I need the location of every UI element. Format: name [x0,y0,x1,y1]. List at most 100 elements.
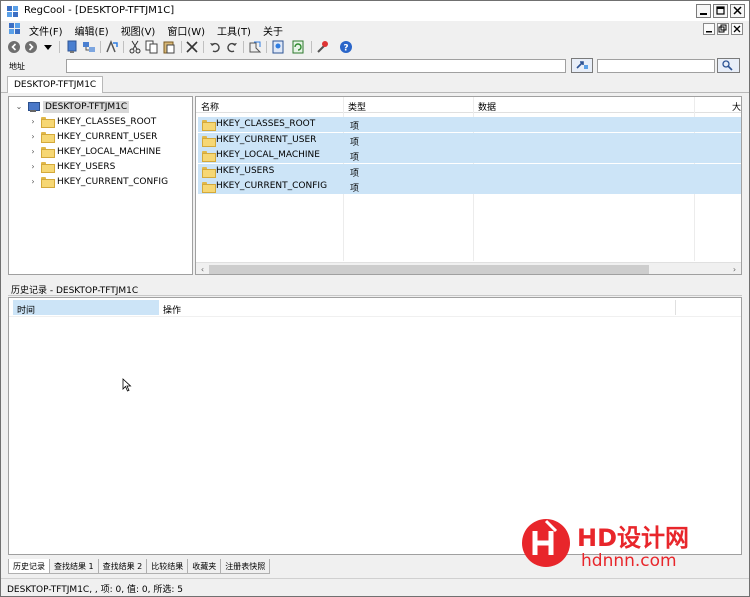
tree-item[interactable]: › HKEY_CLASSES_ROOT [29,114,156,129]
scrollbar-thumb[interactable] [209,265,649,274]
export-icon[interactable] [105,40,119,54]
computer-icon [27,101,40,112]
list-row[interactable]: HKEY_CLASSES_ROOT 项 [198,117,741,132]
menu-about[interactable]: 关于 [263,23,283,38]
column-operation[interactable]: 操作 [163,303,181,316]
folder-icon [41,147,55,158]
maximize-button[interactable] [713,4,728,18]
list-header: 名称 类型 数据 大 [196,97,741,113]
delete-icon[interactable] [185,40,199,54]
tree-root[interactable]: ⌄ DESKTOP-TFTJM1C [15,99,130,114]
maximize-icon [716,6,725,15]
tab-history[interactable]: 历史记录 [8,559,50,574]
expand-icon[interactable]: › [29,177,37,186]
row-type: 项 [350,138,360,148]
tree-item[interactable]: › HKEY_LOCAL_MACHINE [29,144,161,159]
folder-icon [41,162,55,173]
copy-icon[interactable] [145,40,159,54]
menu-tools[interactable]: 工具(T) [217,23,251,38]
expand-icon[interactable]: › [29,162,37,171]
expand-icon[interactable]: › [29,147,37,156]
menu-edit[interactable]: 编辑(E) [75,23,109,38]
mdi-minimize-button[interactable] [703,23,715,35]
window-title: RegCool - [DESKTOP-TFTJM1C] [24,5,175,16]
dropdown-arrow-icon[interactable] [41,40,55,54]
back-icon[interactable] [7,40,21,54]
row-name: HKEY_LOCAL_MACHINE [216,150,320,160]
row-name: HKEY_CLASSES_ROOT [216,119,316,129]
list-row[interactable]: HKEY_USERS 项 [198,164,741,179]
menu-file[interactable]: 文件(F) [29,23,63,38]
folder-icon [202,151,216,162]
tree-item[interactable]: › HKEY_USERS [29,159,115,174]
restore-icon [718,24,727,33]
network-icon[interactable] [82,40,96,54]
watermark-logo: HD设计网 hdnnn.com [522,519,689,571]
column-name[interactable]: 名称 [201,100,219,113]
redo-icon[interactable] [225,40,239,54]
mouse-cursor-icon [122,378,132,392]
tree-item-label: HKEY_CURRENT_USER [57,131,158,142]
folder-icon [41,117,55,128]
address-input[interactable] [66,59,566,73]
search-input[interactable] [597,59,715,73]
tab-desktop[interactable]: DESKTOP-TFTJM1C [7,76,104,93]
tree-item-label: HKEY_CLASSES_ROOT [57,116,157,127]
tree-item[interactable]: › HKEY_CURRENT_CONFIG [29,174,168,189]
tab-registry-snapshot[interactable]: 注册表快照 [220,559,271,574]
column-time[interactable]: 时间 [13,300,159,316]
folder-icon [202,120,216,131]
scroll-left-icon[interactable]: ‹ [196,263,209,274]
collapse-icon[interactable]: ⌄ [15,102,23,111]
folder-icon [41,177,55,188]
refresh-icon[interactable] [291,40,305,54]
minimize-button[interactable] [696,4,711,18]
menu-window[interactable]: 窗口(W) [167,23,205,38]
tab-favorites[interactable]: 收藏夹 [187,559,222,574]
search-icon [722,60,733,71]
expand-icon[interactable]: › [29,117,37,126]
column-size[interactable]: 大 [732,100,741,113]
column-type[interactable]: 类型 [348,100,366,113]
address-bar: 地址 [1,57,749,75]
tab-find-results-1[interactable]: 查找结果 1 [49,559,99,574]
tools-icon[interactable] [316,40,330,54]
go-button[interactable] [571,58,593,73]
cut-icon[interactable] [128,40,142,54]
document-icon[interactable] [9,23,21,35]
row-type: 项 [350,184,360,194]
tab-find-results-2[interactable]: 查找结果 2 [97,559,148,574]
history-title: 历史记录 - DESKTOP-TFTJM1C [8,281,742,296]
list-row[interactable]: HKEY_LOCAL_MACHINE 项 [198,148,741,163]
search-button[interactable] [717,58,740,73]
menu-view[interactable]: 视图(V) [121,23,156,38]
row-name: HKEY_CURRENT_USER [216,135,317,145]
folder-icon [202,136,216,147]
tab-compare-results[interactable]: 比较结果 [146,559,189,574]
expand-icon[interactable]: › [29,132,37,141]
tree-item-label: HKEY_LOCAL_MACHINE [57,146,161,157]
mdi-restore-button[interactable] [717,23,729,35]
mdi-close-button[interactable] [731,23,743,35]
list-row[interactable]: HKEY_CURRENT_USER 项 [198,133,741,148]
undo-icon[interactable] [208,40,222,54]
minimize-icon [700,13,707,15]
help-icon[interactable]: ? [339,40,353,54]
column-data[interactable]: 数据 [478,100,496,113]
paste-icon[interactable] [162,40,176,54]
address-label: 地址 [9,62,25,71]
close-button[interactable] [730,4,745,18]
folder-icon [202,182,216,193]
horizontal-scrollbar[interactable]: ‹ › [196,262,741,274]
menu-bar: 文件(F) 编辑(E) 视图(V) 窗口(W) 工具(T) 关于 [1,21,749,38]
row-name: HKEY_USERS [216,166,275,176]
tree-item-label: HKEY_CURRENT_CONFIG [57,176,169,187]
go-arrow-icon [576,61,588,69]
forward-icon[interactable] [24,40,38,54]
find-icon[interactable] [248,40,262,54]
tree-item[interactable]: › HKEY_CURRENT_USER [29,129,157,144]
scroll-right-icon[interactable]: › [728,263,741,274]
connect-icon[interactable] [65,40,79,54]
list-row[interactable]: HKEY_CURRENT_CONFIG 项 [198,179,741,194]
bookmark-icon[interactable] [271,40,285,54]
